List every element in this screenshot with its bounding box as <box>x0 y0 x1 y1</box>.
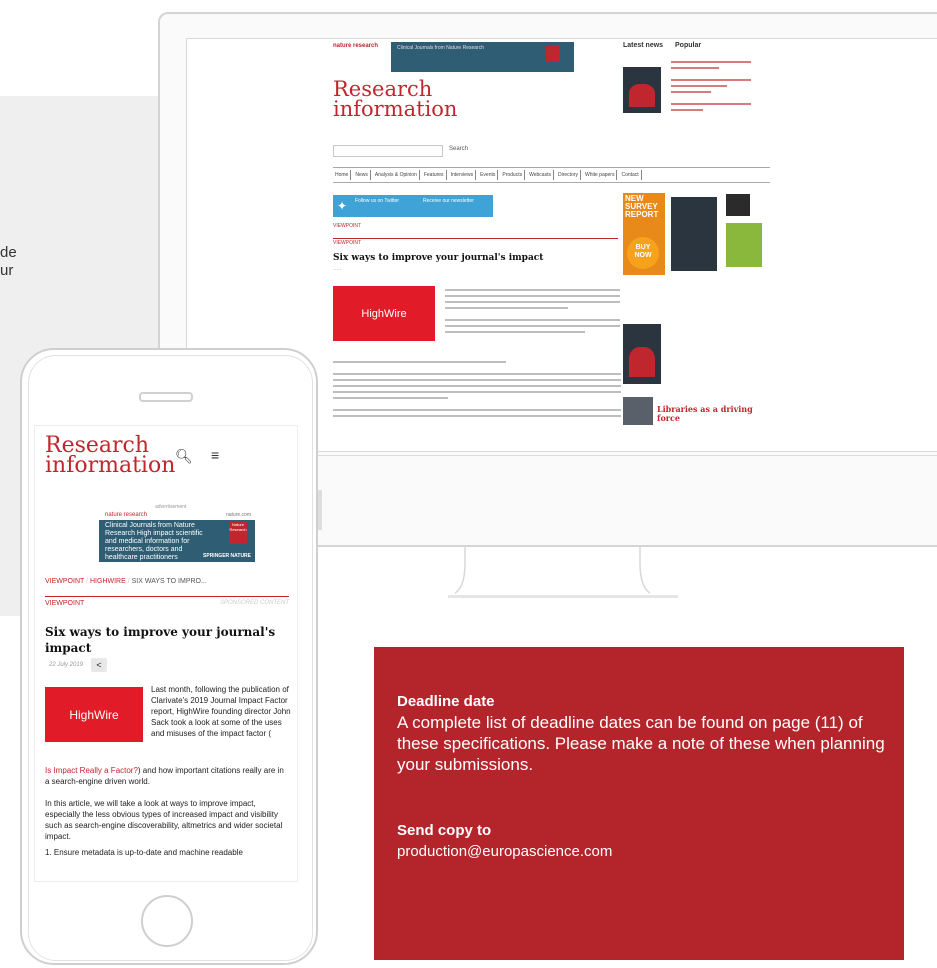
deadline-body: A complete list of deadline dates can be… <box>397 713 885 774</box>
site-search-input[interactable] <box>333 145 443 157</box>
survey-label: NEW SURVEY REPORT <box>625 194 659 219</box>
site-logo-line-2: information <box>333 97 458 121</box>
highwire-logo-text: HighWire <box>69 707 119 722</box>
nav-item[interactable]: Home <box>333 170 352 180</box>
phone-ad-banner[interactable]: nature research nature.com Clinical Jour… <box>99 510 255 562</box>
monitor-stand <box>455 545 650 595</box>
phone-site-logo[interactable]: Research information <box>45 435 176 478</box>
survey-report-ad[interactable]: NEW SURVEY REPORT BUY NOW <box>623 193 665 275</box>
breadcrumb-current: SIX WAYS TO IMPRO... <box>131 578 207 585</box>
ad-text: Clinical Journals from Nature Research H… <box>105 522 203 561</box>
article-paragraph-1: Last month, following the publication of… <box>151 685 291 738</box>
author-portrait <box>623 397 653 425</box>
twitter-icon: ✦ <box>337 199 348 213</box>
highwire-logo: HighWire <box>45 687 143 742</box>
cover-art <box>628 346 656 377</box>
site-article-logo: HighWire <box>333 286 435 341</box>
twitter-text: Follow us on Twitter <box>355 198 400 204</box>
phone-speaker <box>139 392 193 402</box>
background-text-fragment: de ur <box>0 244 17 280</box>
ad-badge: Nature Research <box>229 522 247 544</box>
ad-brand-right: nature.com <box>225 512 251 518</box>
site-sidebar: Latest news Popular NEW SURVEY REPORT BU… <box>623 39 773 451</box>
nav-item[interactable]: News <box>353 170 371 180</box>
website-page: nature research Clinical Journals from N… <box>333 39 773 451</box>
site-section-label: VIEWPOINT <box>333 238 618 246</box>
site-breadcrumb[interactable]: VIEWPOINT <box>333 223 361 229</box>
breadcrumb-highwire[interactable]: HIGHWIRE <box>90 578 126 585</box>
share-icon[interactable]: < <box>91 658 107 672</box>
phone-home-button <box>141 895 193 947</box>
site-article-title: Six ways to improve your journal's impac… <box>333 253 544 263</box>
site-logo[interactable]: Research information <box>333 77 458 121</box>
site-article-body <box>333 361 621 421</box>
magazine-cover-thumb[interactable] <box>623 67 661 113</box>
nav-item[interactable]: Features <box>422 170 447 180</box>
breadcrumb: VIEWPOINT / HIGHWIRE / SIX WAYS TO IMPRO… <box>45 578 207 585</box>
article-paragraph-2: In this article, we will take a look at … <box>45 799 283 841</box>
header-ad-label: nature research <box>333 43 379 49</box>
nav-item[interactable]: Products <box>500 170 526 180</box>
header-ad-banner[interactable]: Clinical Journals from Nature Research <box>391 42 574 72</box>
libraries-headline[interactable]: Libraries as a driving force <box>657 405 773 423</box>
report-cover[interactable] <box>671 197 717 271</box>
hamburger-menu-icon[interactable]: ≡ <box>211 447 219 463</box>
cover-art <box>628 84 656 108</box>
nav-item[interactable]: Interviews <box>449 170 477 180</box>
phone-side-button <box>318 490 322 530</box>
twitter-banner[interactable]: ✦ Follow us on Twitter Receive our newsl… <box>333 195 493 217</box>
ad-publisher: SPRINGER NATURE <box>203 553 251 559</box>
magazine-cover-large[interactable] <box>623 324 661 384</box>
sponsored-label: SPONSORED CONTENT <box>219 600 289 606</box>
send-copy-heading: Send copy to <box>397 822 492 839</box>
article-title: Six ways to improve your journal's impac… <box>45 625 276 655</box>
phone-screen: Research information 🔍︎ ≡ advertisement … <box>34 425 298 882</box>
nav-item[interactable]: Directory <box>556 170 581 180</box>
phone-logo-line-2: information <box>45 453 176 478</box>
sidebar-ad-green[interactable] <box>726 223 762 267</box>
fragment-line-2: ur <box>0 262 14 279</box>
article-date: 22 July 2019 <box>49 662 84 668</box>
site-search-button[interactable]: Search <box>449 146 468 152</box>
site-article-date: ····· <box>333 267 342 273</box>
site-logo-line-1: Research <box>333 77 433 101</box>
impact-link[interactable]: Is Impact Really a Factor? <box>45 766 138 775</box>
sidebar-ad-dark[interactable] <box>726 194 750 216</box>
deadline-info-box: Deadline date A complete list of deadlin… <box>374 647 904 960</box>
fragment-line-1: de <box>0 244 17 261</box>
nav-item[interactable]: Webcasts <box>527 170 554 180</box>
nav-item[interactable]: Analysis & Opinion <box>373 170 420 180</box>
buy-now-badge: BUY NOW <box>627 237 659 269</box>
newsletter-text: Receive our newsletter <box>423 198 474 204</box>
nav-item[interactable]: Events <box>478 170 499 180</box>
breadcrumb-viewpoint[interactable]: VIEWPOINT <box>45 578 84 585</box>
section-label: VIEWPOINT <box>45 600 85 607</box>
send-copy-email[interactable]: production@europascience.com <box>397 843 612 860</box>
article-paragraph-1-cont: Is Impact Really a Factor?) and how impo… <box>45 765 289 787</box>
search-icon[interactable]: 🔍︎ <box>175 448 193 465</box>
deadline-heading: Deadline date <box>397 693 495 710</box>
latest-news-tab[interactable]: Latest news <box>623 42 663 49</box>
header-ad-text: Clinical Journals from Nature Research <box>397 45 484 51</box>
nav-item[interactable]: White papers <box>583 170 618 180</box>
monitor-stand-base <box>448 595 678 598</box>
popular-tab[interactable]: Popular <box>675 42 701 49</box>
site-article-text <box>445 289 620 337</box>
article-subheading: 1. Ensure metadata is up-to-date and mac… <box>45 848 243 857</box>
header-ad-badge <box>546 46 560 62</box>
popular-list <box>671 61 751 115</box>
section-rule <box>45 596 289 597</box>
